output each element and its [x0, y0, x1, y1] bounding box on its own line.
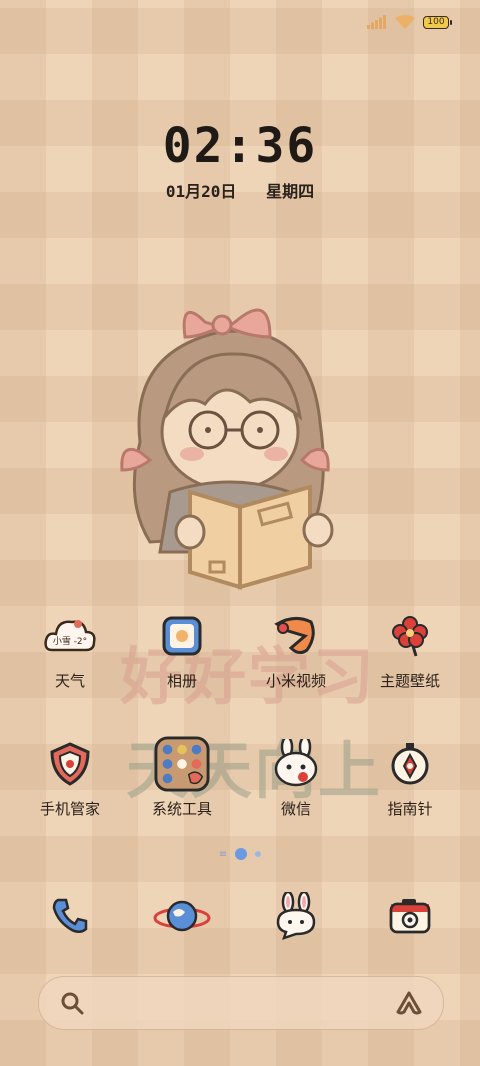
dock-browser[interactable] [152, 886, 212, 946]
app-compass[interactable]: 指南针 [350, 736, 470, 819]
menu-lines-icon[interactable]: ≡ [219, 849, 227, 860]
video-icon [268, 608, 324, 664]
page-dot[interactable] [255, 851, 262, 857]
app-label-themes: 主题壁纸 [379, 673, 440, 690]
app-wechat[interactable]: 微信 [236, 736, 356, 819]
dock-camera[interactable] [380, 886, 440, 946]
app-security[interactable]: 手机管家 [10, 736, 130, 819]
folder-icon [154, 736, 210, 792]
status-bar: 100 [367, 10, 452, 34]
app-label-gallery: 相册 [166, 673, 197, 690]
assistant-icon[interactable] [395, 990, 423, 1016]
app-gallery[interactable]: 相册 [122, 608, 242, 691]
weather-badge: 小雪 -2° [53, 636, 87, 647]
app-video[interactable]: 小米视频 [236, 608, 356, 691]
date-text: 01月20日 [165, 182, 237, 201]
dock-messages[interactable] [266, 886, 326, 946]
app-themes[interactable]: 主题壁纸 [350, 608, 470, 691]
app-label-video: 小米视频 [265, 673, 326, 690]
app-label-security: 手机管家 [39, 801, 100, 818]
search-bar[interactable] [38, 976, 444, 1030]
messages-bunny-icon [276, 892, 316, 940]
app-system-tools-folder[interactable]: 系统工具 [122, 736, 242, 819]
page-indicator[interactable]: ≡ [0, 848, 480, 860]
security-shield-icon [42, 736, 98, 792]
browser-planet-icon [153, 900, 211, 932]
gallery-icon [154, 608, 210, 664]
wechat-bunny-icon [268, 736, 324, 792]
theme-flower-icon [382, 608, 438, 664]
phone-icon [52, 898, 88, 933]
signal-icon [367, 15, 386, 29]
weekday-text: 星期四 [266, 182, 315, 201]
compass-icon [382, 736, 438, 792]
camera-icon [389, 899, 431, 934]
wallpaper-girl-illustration [120, 308, 334, 590]
app-label-weather: 天气 [54, 673, 85, 690]
battery-icon: 100 [423, 15, 452, 29]
page-dot-active[interactable] [235, 848, 248, 860]
lockscreen-clock[interactable]: 02:36 [0, 118, 480, 174]
dock-phone[interactable] [40, 886, 100, 946]
app-label-compass: 指南针 [387, 801, 433, 818]
battery-level: 100 [423, 15, 449, 29]
weather-cloud-icon: 小雪 -2° [42, 608, 98, 664]
app-weather[interactable]: 小雪 -2° 天气 [10, 608, 130, 691]
app-label-system-tools: 系统工具 [151, 801, 212, 818]
app-label-wechat: 微信 [280, 801, 311, 818]
wifi-icon [395, 15, 415, 29]
date-row[interactable]: 01月20日 星期四 [0, 178, 480, 202]
search-icon[interactable] [59, 990, 85, 1016]
